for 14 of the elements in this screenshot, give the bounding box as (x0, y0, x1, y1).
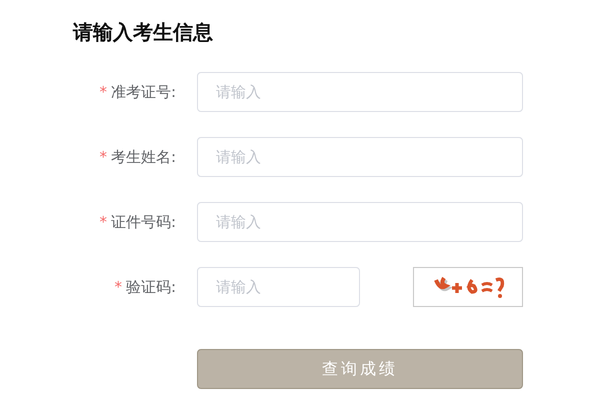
input-field[interactable]: 请输入 (197, 202, 523, 242)
field-label: 准考证号: (110, 82, 176, 100)
field-label: 考生姓名: (110, 148, 176, 166)
input-field[interactable]: 请输入 (197, 72, 523, 112)
form-title: 请输入考生信息 (73, 19, 214, 46)
input-field[interactable]: 请输入 (197, 267, 360, 307)
input-field[interactable]: 请输入 (197, 137, 523, 177)
required-mark: * (99, 82, 107, 100)
required-mark: * (99, 212, 107, 230)
required-mark: * (99, 148, 107, 166)
submit-button[interactable]: 查询成绩 (197, 349, 523, 389)
field-label: 证件号码: (110, 212, 176, 230)
field-label: 验证码: (126, 278, 176, 296)
required-mark: * (114, 278, 122, 296)
